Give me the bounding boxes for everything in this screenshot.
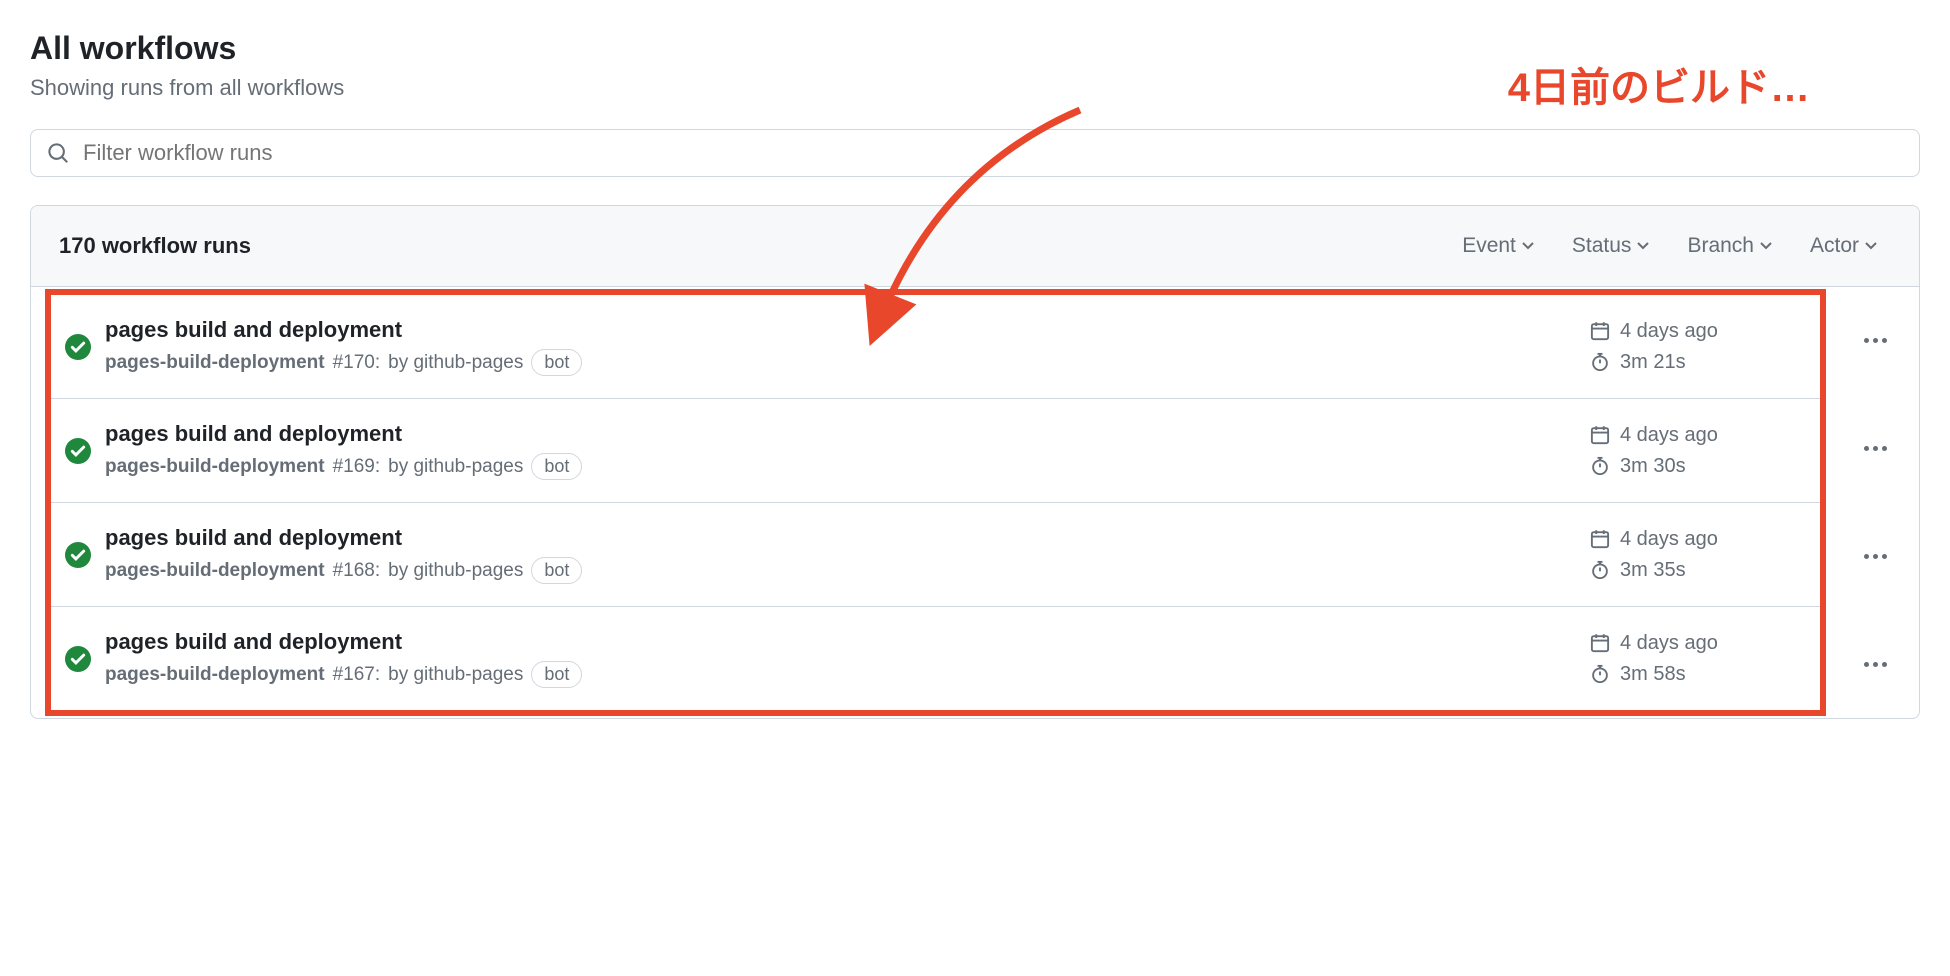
run-number: #167: [333,664,381,686]
run-actions-menu[interactable] [1856,330,1895,351]
success-check-icon [65,334,91,360]
bot-badge: bot [531,661,582,688]
duration: 3m 30s [1620,455,1686,478]
success-check-icon [65,542,91,568]
run-number: #168: [333,560,381,582]
highlighted-runs: pages build and deployment pages-build-d… [45,289,1826,716]
bot-badge: bot [531,557,582,584]
run-title[interactable]: pages build and deployment [105,317,1590,343]
filter-event[interactable]: Event [1448,228,1548,264]
search-icon [47,142,69,164]
run-by: by github-pages [388,456,523,478]
run-timing: 4 days ago 3m 30s [1590,424,1750,478]
time-ago: 4 days ago [1620,528,1718,551]
stopwatch-icon [1590,352,1610,372]
workflow-name: pages-build-deployment [105,664,325,686]
filter-actor[interactable]: Actor [1796,228,1891,264]
time-ago: 4 days ago [1620,424,1718,447]
search-input[interactable] [83,140,1903,166]
workflow-run-row[interactable]: pages build and deployment pages-build-d… [51,503,1820,607]
run-actions-menu[interactable] [1856,654,1895,675]
duration: 3m 35s [1620,559,1686,582]
duration: 3m 21s [1620,351,1686,374]
calendar-icon [1590,321,1610,341]
caret-down-icon [1637,242,1649,250]
run-title[interactable]: pages build and deployment [105,629,1590,655]
annotation-text: 4日前のビルド… [1508,55,1810,113]
runs-count: 170 workflow runs [59,233,251,259]
runs-header: 170 workflow runs Event Status Branch Ac… [31,206,1919,287]
run-meta: pages-build-deployment #170: by github-p… [105,349,1590,376]
caret-down-icon [1865,242,1877,250]
run-timing: 4 days ago 3m 35s [1590,528,1750,582]
calendar-icon [1590,633,1610,653]
workflow-name: pages-build-deployment [105,456,325,478]
time-ago: 4 days ago [1620,320,1718,343]
calendar-icon [1590,529,1610,549]
filter-status[interactable]: Status [1558,228,1664,264]
run-meta: pages-build-deployment #167: by github-p… [105,661,1590,688]
filter-branch-label: Branch [1687,234,1754,258]
workflow-run-row[interactable]: pages build and deployment pages-build-d… [51,295,1820,399]
workflow-run-row[interactable]: pages build and deployment pages-build-d… [51,399,1820,503]
stopwatch-icon [1590,664,1610,684]
stopwatch-icon [1590,560,1610,580]
run-actions-menu[interactable] [1856,546,1895,567]
filter-branch[interactable]: Branch [1673,228,1786,264]
success-check-icon [65,646,91,672]
runs-container: 170 workflow runs Event Status Branch Ac… [30,205,1920,719]
success-check-icon [65,438,91,464]
stopwatch-icon [1590,456,1610,476]
run-by: by github-pages [388,560,523,582]
workflow-name: pages-build-deployment [105,560,325,582]
workflow-run-row[interactable]: pages build and deployment pages-build-d… [51,607,1820,710]
search-box[interactable] [30,129,1920,177]
run-title[interactable]: pages build and deployment [105,525,1590,551]
caret-down-icon [1522,242,1534,250]
run-title[interactable]: pages build and deployment [105,421,1590,447]
filter-actor-label: Actor [1810,234,1859,258]
bot-badge: bot [531,349,582,376]
run-timing: 4 days ago 3m 58s [1590,632,1750,686]
run-meta: pages-build-deployment #168: by github-p… [105,557,1590,584]
filter-status-label: Status [1572,234,1632,258]
filter-event-label: Event [1462,234,1516,258]
time-ago: 4 days ago [1620,632,1718,655]
caret-down-icon [1760,242,1772,250]
run-timing: 4 days ago 3m 21s [1590,320,1750,374]
filter-group: Event Status Branch Actor [1448,228,1891,264]
run-meta: pages-build-deployment #169: by github-p… [105,453,1590,480]
workflow-name: pages-build-deployment [105,352,325,374]
bot-badge: bot [531,453,582,480]
duration: 3m 58s [1620,663,1686,686]
run-by: by github-pages [388,352,523,374]
run-number: #169: [333,456,381,478]
calendar-icon [1590,425,1610,445]
run-by: by github-pages [388,664,523,686]
run-actions-menu[interactable] [1856,438,1895,459]
run-number: #170: [333,352,381,374]
